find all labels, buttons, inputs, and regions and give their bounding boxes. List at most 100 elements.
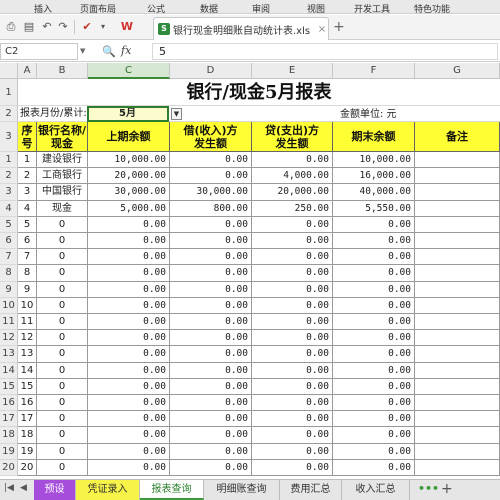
table-cell[interactable] [415, 265, 500, 282]
table-cell[interactable]: 2 [18, 168, 37, 185]
table-cell[interactable]: 0.00 [252, 152, 333, 169]
table-cell[interactable] [415, 427, 500, 444]
add-sheet-button[interactable]: + [441, 481, 453, 497]
table-cell[interactable]: 0.00 [170, 216, 252, 233]
table-cell[interactable]: 0.00 [88, 427, 170, 444]
row-number[interactable]: 1 [0, 79, 18, 106]
prev-sheet-icon[interactable]: ◀ [20, 483, 27, 493]
column-header-g[interactable]: G [415, 63, 500, 79]
table-cell[interactable]: 0 [37, 362, 88, 379]
table-cell[interactable]: 0.00 [170, 362, 252, 379]
column-header-c[interactable]: C [88, 63, 170, 79]
more-sheets-icon[interactable]: ••• [418, 482, 439, 495]
table-cell[interactable]: 0 [37, 216, 88, 233]
table-cell[interactable] [415, 281, 500, 298]
table-cell[interactable]: 4 [18, 200, 37, 217]
table-cell[interactable]: 0.00 [252, 427, 333, 444]
row-number[interactable]: 14 [0, 362, 18, 379]
table-cell[interactable]: 0.00 [252, 249, 333, 266]
table-cell[interactable]: 7 [18, 249, 37, 266]
table-cell[interactable]: 0 [37, 346, 88, 363]
dropdown-icon[interactable]: ▾ [96, 20, 110, 34]
header-debit[interactable]: 借(收入)方 发生额 [170, 122, 252, 152]
table-cell[interactable]: 0.00 [333, 249, 415, 266]
table-cell[interactable]: 0.00 [170, 152, 252, 169]
zoom-icon[interactable]: 🔍 [102, 45, 116, 58]
table-cell[interactable]: 0 [37, 281, 88, 298]
table-cell[interactable]: 0.00 [333, 233, 415, 250]
format-painter-icon[interactable]: ✔ [80, 20, 94, 34]
menu-features[interactable]: 特色功能 [414, 2, 450, 15]
table-cell[interactable] [415, 443, 500, 460]
menu-view[interactable]: 视图 [307, 2, 325, 15]
table-cell[interactable]: 0 [37, 459, 88, 476]
table-cell[interactable]: 中国银行 [37, 184, 88, 201]
header-seq[interactable]: 序号 [18, 122, 37, 152]
table-cell[interactable]: 0 [37, 411, 88, 428]
report-month-cell[interactable]: 5月 [87, 106, 169, 122]
table-cell[interactable]: 10,000.00 [333, 152, 415, 169]
table-cell[interactable]: 0.00 [88, 265, 170, 282]
table-cell[interactable]: 0.00 [252, 346, 333, 363]
table-cell[interactable]: 0.00 [252, 233, 333, 250]
table-cell[interactable]: 0 [37, 378, 88, 395]
table-cell[interactable]: 0.00 [170, 233, 252, 250]
table-cell[interactable]: 0.00 [88, 346, 170, 363]
table-cell[interactable]: 0.00 [333, 378, 415, 395]
table-cell[interactable]: 17 [18, 411, 37, 428]
table-cell[interactable]: 0 [37, 427, 88, 444]
table-cell[interactable]: 0.00 [88, 297, 170, 314]
table-cell[interactable]: 0.00 [88, 233, 170, 250]
row-number[interactable]: 10 [0, 297, 18, 314]
row-number[interactable]: 19 [0, 443, 18, 460]
row-number[interactable]: 20 [0, 459, 18, 476]
table-cell[interactable]: 0.00 [170, 378, 252, 395]
table-cell[interactable] [415, 249, 500, 266]
table-cell[interactable]: 13 [18, 346, 37, 363]
table-cell[interactable]: 0 [37, 297, 88, 314]
fx-label[interactable]: fx [121, 44, 131, 57]
table-cell[interactable]: 30,000.00 [88, 184, 170, 201]
header-bank-name[interactable]: 银行名称/现金 [37, 122, 88, 152]
table-cell[interactable]: 16 [18, 395, 37, 412]
table-cell[interactable]: 0.00 [88, 362, 170, 379]
table-cell[interactable]: 0.00 [88, 395, 170, 412]
table-cell[interactable]: 0.00 [170, 265, 252, 282]
print-icon[interactable]: ⎙ [4, 20, 18, 34]
table-cell[interactable]: 0.00 [170, 443, 252, 460]
table-cell[interactable]: 11 [18, 314, 37, 331]
file-tab[interactable]: S 银行现金明细账自动统计表.xls × [153, 17, 329, 40]
table-cell[interactable]: 5,000.00 [88, 200, 170, 217]
table-cell[interactable] [415, 216, 500, 233]
table-cell[interactable]: 0.00 [170, 281, 252, 298]
table-cell[interactable] [415, 168, 500, 185]
table-cell[interactable]: 14 [18, 362, 37, 379]
table-cell[interactable] [415, 314, 500, 331]
table-cell[interactable]: 0.00 [170, 249, 252, 266]
table-cell[interactable]: 0 [37, 249, 88, 266]
table-cell[interactable]: 0.00 [333, 314, 415, 331]
table-cell[interactable]: 0.00 [170, 297, 252, 314]
wps-icon[interactable]: W [120, 20, 134, 34]
table-cell[interactable]: 0.00 [333, 459, 415, 476]
menu-page-layout[interactable]: 页面布局 [80, 2, 116, 15]
column-header-d[interactable]: D [170, 63, 252, 79]
table-cell[interactable]: 0.00 [252, 330, 333, 347]
row-number[interactable]: 2 [0, 106, 18, 122]
row-number[interactable]: 9 [0, 281, 18, 298]
row-number[interactable]: 1 [0, 152, 18, 169]
table-cell[interactable]: 1 [18, 152, 37, 169]
table-cell[interactable] [415, 330, 500, 347]
table-cell[interactable]: 工商银行 [37, 168, 88, 185]
table-cell[interactable]: 12 [18, 330, 37, 347]
table-cell[interactable]: 0.00 [170, 346, 252, 363]
table-cell[interactable]: 0.00 [252, 216, 333, 233]
table-cell[interactable]: 18 [18, 427, 37, 444]
undo-icon[interactable]: ↶ [40, 20, 54, 34]
row-number[interactable]: 5 [0, 216, 18, 233]
table-cell[interactable]: 0 [37, 330, 88, 347]
table-cell[interactable]: 20,000.00 [252, 184, 333, 201]
table-cell[interactable]: 16,000.00 [333, 168, 415, 185]
table-cell[interactable]: 0.00 [88, 216, 170, 233]
table-cell[interactable]: 0.00 [170, 427, 252, 444]
